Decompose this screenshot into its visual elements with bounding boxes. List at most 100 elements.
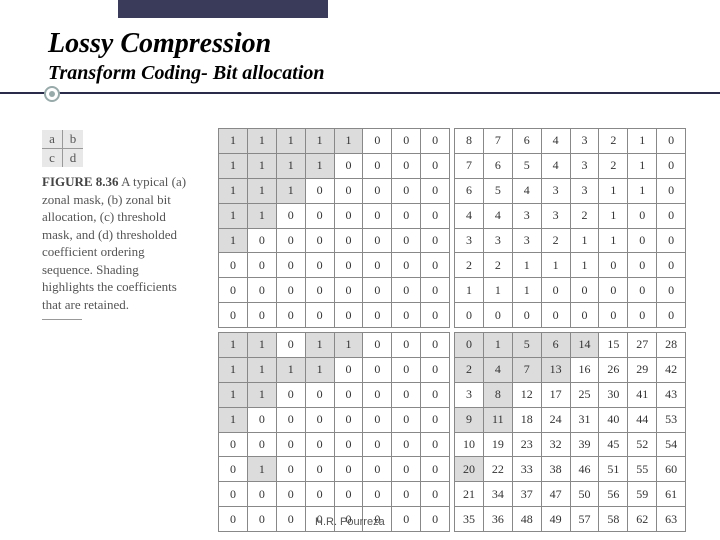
matrix-cell: 0 bbox=[363, 303, 392, 328]
matrix-cell: 0 bbox=[363, 278, 392, 303]
matrix-cell: 1 bbox=[219, 153, 248, 178]
matrix-cell: 46 bbox=[570, 457, 599, 482]
matrix-cell: 17 bbox=[541, 382, 570, 407]
matrix-cell: 0 bbox=[276, 382, 305, 407]
matrix-cell: 0 bbox=[334, 457, 363, 482]
matrix-cell: 0 bbox=[421, 278, 450, 303]
matrix-cell: 38 bbox=[541, 457, 570, 482]
matrix-cell: 4 bbox=[541, 129, 570, 154]
matrix-cell: 0 bbox=[392, 357, 421, 382]
matrix-cell: 0 bbox=[363, 203, 392, 228]
figure-caption: FIGURE 8.36 A typical (a) zonal mask, (b… bbox=[42, 173, 192, 313]
matrix-cell: 3 bbox=[512, 203, 541, 228]
matrix-cell: 0 bbox=[276, 303, 305, 328]
matrix-cell: 1 bbox=[305, 129, 334, 154]
matrix-cell: 0 bbox=[392, 432, 421, 457]
matrix-cell: 0 bbox=[219, 432, 248, 457]
matrix-cell: 55 bbox=[628, 457, 657, 482]
matrix-cell: 1 bbox=[512, 278, 541, 303]
matrix-cell: 1 bbox=[628, 178, 657, 203]
matrix-cell: 1 bbox=[305, 153, 334, 178]
matrix-cell: 0 bbox=[392, 303, 421, 328]
matrix-cell: 7 bbox=[455, 153, 484, 178]
matrix-cell: 0 bbox=[305, 482, 334, 507]
matrix-cell: 1 bbox=[334, 129, 363, 154]
matrix-cell: 10 bbox=[455, 432, 484, 457]
matrix-cell: 0 bbox=[392, 253, 421, 278]
matrix-cell: 0 bbox=[628, 228, 657, 253]
matrix-cell: 15 bbox=[599, 333, 628, 358]
matrix-cell: 19 bbox=[483, 432, 512, 457]
matrix-cell: 0 bbox=[392, 203, 421, 228]
matrix-cell: 3 bbox=[541, 203, 570, 228]
matrix-cell: 1 bbox=[483, 278, 512, 303]
matrix-cell: 1 bbox=[628, 129, 657, 154]
matrix-cell: 1 bbox=[276, 153, 305, 178]
matrix-cell: 0 bbox=[421, 178, 450, 203]
matrix-cell: 22 bbox=[483, 457, 512, 482]
matrix-cell: 0 bbox=[657, 303, 686, 328]
matrix-cell: 0 bbox=[628, 203, 657, 228]
matrix-cell: 12 bbox=[512, 382, 541, 407]
matrix-cell: 1 bbox=[570, 228, 599, 253]
matrix-cell: 0 bbox=[334, 432, 363, 457]
matrix-cell: 48 bbox=[512, 507, 541, 532]
matrix-cell: 1 bbox=[247, 457, 276, 482]
matrix-cell: 0 bbox=[512, 303, 541, 328]
matrix-cell: 2 bbox=[455, 357, 484, 382]
matrix-cell: 60 bbox=[657, 457, 686, 482]
matrix-cell: 0 bbox=[392, 178, 421, 203]
matrix-cell: 0 bbox=[276, 482, 305, 507]
matrix-cell: 0 bbox=[305, 278, 334, 303]
matrix-cell: 6 bbox=[512, 129, 541, 154]
matrix-cell: 1 bbox=[219, 382, 248, 407]
matrix-cell: 1 bbox=[541, 253, 570, 278]
matrix-cell: 21 bbox=[455, 482, 484, 507]
matrix-cell: 4 bbox=[512, 178, 541, 203]
matrix-cell: 0 bbox=[247, 253, 276, 278]
matrix-cell: 0 bbox=[657, 178, 686, 203]
matrix-cell: 0 bbox=[392, 228, 421, 253]
matrix-cell: 0 bbox=[657, 203, 686, 228]
matrix-cell: 3 bbox=[512, 228, 541, 253]
matrix-cell: 39 bbox=[570, 432, 599, 457]
matrix-cell: 0 bbox=[305, 303, 334, 328]
matrix-cell: 0 bbox=[657, 278, 686, 303]
matrix-cell: 37 bbox=[512, 482, 541, 507]
matrix-cell: 1 bbox=[219, 129, 248, 154]
matrix-cell: 1 bbox=[247, 357, 276, 382]
page-subtitle: Transform Coding- Bit allocation bbox=[48, 62, 325, 85]
matrix-cell: 58 bbox=[599, 507, 628, 532]
matrix-cell: 0 bbox=[392, 382, 421, 407]
matrix-cell: 3 bbox=[483, 228, 512, 253]
matrix-cell: 0 bbox=[334, 303, 363, 328]
matrix-cell: 0 bbox=[276, 507, 305, 532]
matrix-cell: 1 bbox=[219, 228, 248, 253]
key-b: b bbox=[63, 130, 84, 149]
matrix-cell: 1 bbox=[247, 153, 276, 178]
matrix-cell: 1 bbox=[628, 153, 657, 178]
matrix-cell: 0 bbox=[421, 203, 450, 228]
matrix-cell: 0 bbox=[363, 129, 392, 154]
matrix-cell: 1 bbox=[483, 333, 512, 358]
matrix-cell: 0 bbox=[363, 457, 392, 482]
matrix-cell: 36 bbox=[483, 507, 512, 532]
matrix-cell: 0 bbox=[334, 253, 363, 278]
matrix-cell: 59 bbox=[628, 482, 657, 507]
matrix-cell: 6 bbox=[455, 178, 484, 203]
matrix-cell: 1 bbox=[276, 178, 305, 203]
matrix-cell: 0 bbox=[392, 333, 421, 358]
matrix-cell: 1 bbox=[247, 382, 276, 407]
matrix-cell: 34 bbox=[483, 482, 512, 507]
matrix-cell: 0 bbox=[276, 407, 305, 432]
matrix-cell: 0 bbox=[363, 153, 392, 178]
matrix-cell: 0 bbox=[392, 507, 421, 532]
matrix-cell: 0 bbox=[392, 129, 421, 154]
matrix-cell: 0 bbox=[276, 457, 305, 482]
matrix-cell: 0 bbox=[363, 333, 392, 358]
matrix-cell: 0 bbox=[392, 482, 421, 507]
key-a: a bbox=[42, 130, 63, 149]
matrix-cell: 4 bbox=[483, 203, 512, 228]
matrix-cell: 0 bbox=[392, 153, 421, 178]
matrix-cell: 32 bbox=[541, 432, 570, 457]
